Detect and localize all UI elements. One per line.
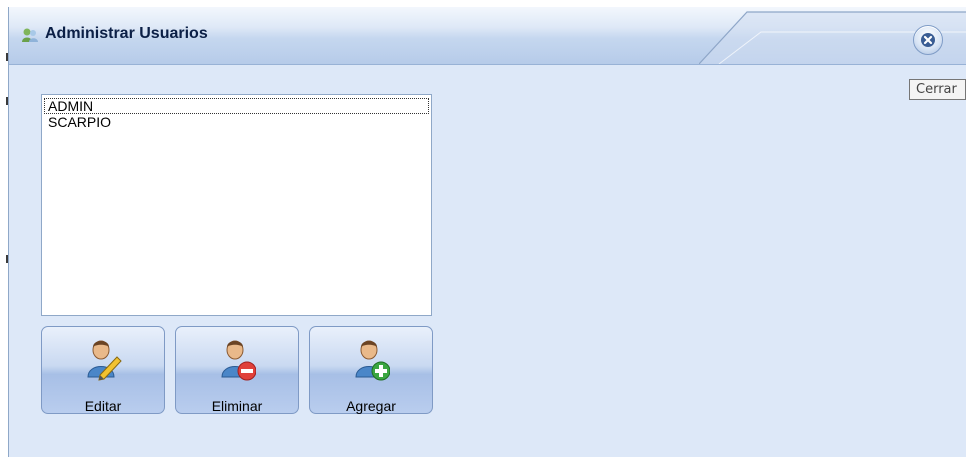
close-tooltip: Cerrar xyxy=(909,79,966,100)
delete-button[interactable]: Eliminar xyxy=(175,326,299,414)
add-user-icon xyxy=(355,340,390,381)
remove-user-icon xyxy=(221,340,256,381)
window-title: Administrar Usuarios xyxy=(45,25,208,42)
add-button-label: Agregar xyxy=(346,398,396,414)
add-button[interactable]: Agregar xyxy=(309,326,433,414)
title-bar[interactable]: Administrar Usuarios xyxy=(9,7,966,65)
edit-user-icon xyxy=(87,340,122,381)
close-button[interactable] xyxy=(913,25,943,55)
list-item-user[interactable]: ADMIN xyxy=(44,98,429,114)
edit-button-label: Editar xyxy=(84,398,122,414)
list-item-user[interactable]: SCARPIO xyxy=(44,114,429,130)
users-listbox[interactable]: ADMIN SCARPIO xyxy=(41,94,432,316)
users-admin-icon xyxy=(22,28,38,42)
delete-button-label: Eliminar xyxy=(211,398,263,414)
close-icon xyxy=(921,33,935,47)
edit-button[interactable]: Editar xyxy=(41,326,165,414)
